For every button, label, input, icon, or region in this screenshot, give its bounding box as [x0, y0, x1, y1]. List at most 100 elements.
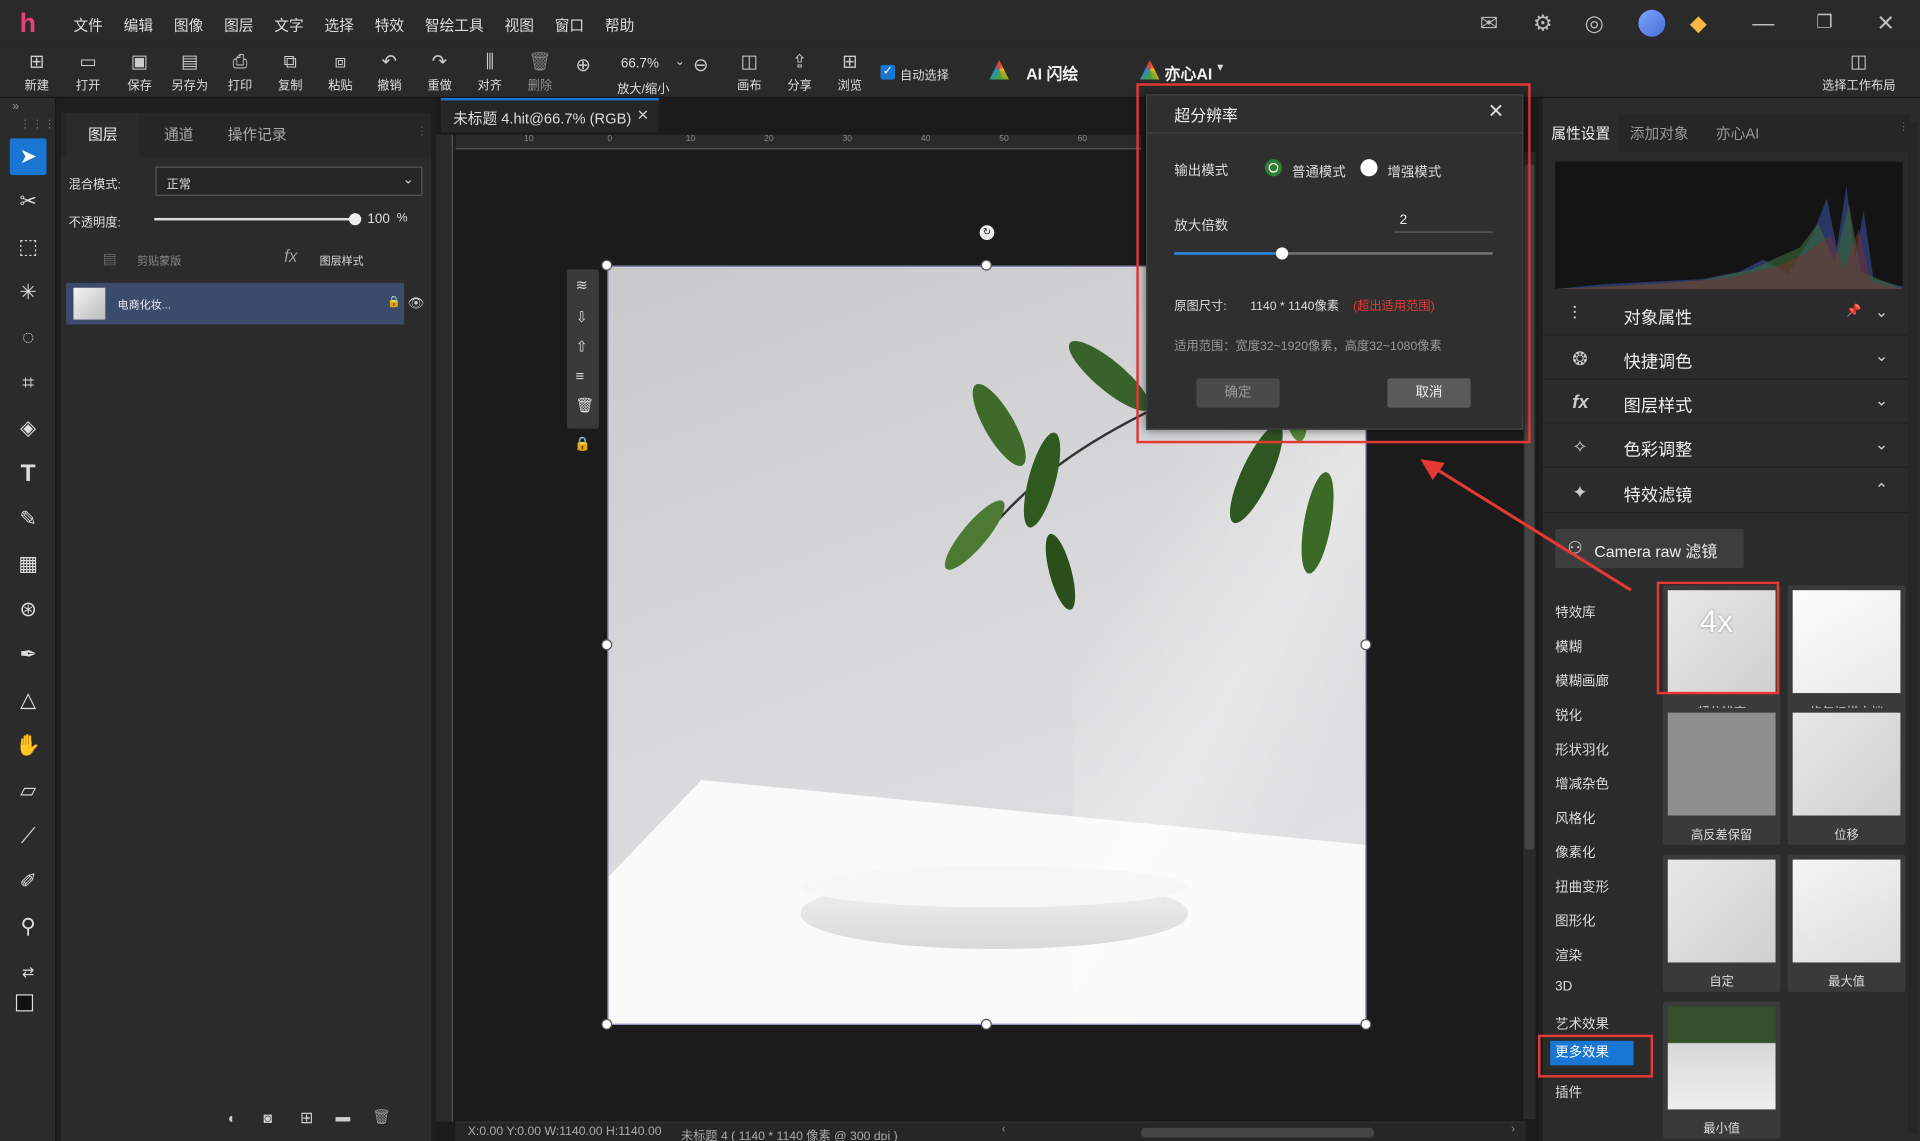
fill-tool-icon[interactable]: ◈: [10, 410, 47, 447]
adjustment-layer-icon[interactable]: ◐: [228, 1109, 237, 1126]
dialog-close-icon[interactable]: ✕: [1488, 99, 1504, 123]
confirm-button[interactable]: 确定: [1196, 378, 1280, 408]
new-layer-icon[interactable]: ⊞: [300, 1108, 313, 1128]
yixin-ai-dropdown-icon[interactable]: ▾: [1217, 61, 1223, 74]
compass-icon[interactable]: ◎: [1581, 10, 1608, 37]
menu-effects[interactable]: 特效: [375, 15, 404, 36]
opacity-slider-track[interactable]: [154, 213, 362, 226]
scroll-left-icon[interactable]: ‹: [1002, 1123, 1006, 1136]
menu-text[interactable]: 文字: [274, 15, 303, 36]
category-render[interactable]: 渲染: [1555, 945, 1582, 965]
rotate-handle-icon[interactable]: ↻: [979, 225, 995, 241]
browse-button[interactable]: ⊞ 浏览: [828, 51, 872, 93]
workspace-layout-button[interactable]: ◫ 选择工作布局: [1822, 51, 1895, 93]
radio-enhanced-mode[interactable]: [1360, 159, 1378, 177]
group-folder-icon[interactable]: ▬: [336, 1108, 351, 1125]
delete-button[interactable]: 🗑 删除: [518, 51, 562, 93]
category-noise[interactable]: 增减杂色: [1555, 774, 1609, 794]
print-button[interactable]: ⎙ 打印: [218, 51, 262, 93]
eyedropper-tool-icon[interactable]: ⚲: [10, 909, 47, 946]
opacity-slider-handle[interactable]: [348, 213, 362, 226]
pin-icon[interactable]: 📌: [1846, 305, 1861, 318]
menu-edit[interactable]: 编辑: [124, 15, 153, 36]
menu-layer[interactable]: 图层: [224, 15, 253, 36]
hand-tool-icon[interactable]: ✋: [10, 727, 47, 764]
vip-diamond-icon[interactable]: ◆: [1685, 10, 1712, 37]
menu-select[interactable]: 选择: [324, 15, 353, 36]
category-distort[interactable]: 扭曲变形: [1555, 877, 1609, 897]
cancel-button[interactable]: 取消: [1387, 378, 1471, 408]
undo-button[interactable]: ↶ 撤销: [367, 51, 411, 93]
ai-flash-button[interactable]: AI 闪绘: [1026, 61, 1078, 84]
category-sharpen[interactable]: 锐化: [1555, 705, 1582, 725]
section-quick-color[interactable]: ❂ 快捷调色 ⌄: [1542, 338, 1911, 380]
section-object-properties[interactable]: ⫶ 对象属性 📌 ⌄: [1542, 294, 1911, 336]
transform-tool-icon[interactable]: ▱: [10, 773, 47, 810]
layers-stack-icon[interactable]: ≋: [576, 277, 588, 294]
settings-icon[interactable]: ⚙: [1529, 10, 1556, 37]
menu-window[interactable]: 窗口: [555, 15, 584, 36]
object-lock-icon[interactable]: 🔒: [574, 436, 591, 452]
filter-thumb-maximum[interactable]: 最大值: [1787, 854, 1906, 992]
category-pixelate[interactable]: 像素化: [1555, 842, 1595, 862]
marquee-tool-icon[interactable]: ⬚: [10, 229, 47, 266]
filter-thumb-high-pass[interactable]: 高反差保留: [1662, 707, 1781, 845]
move-tool-icon[interactable]: ➤: [9, 138, 47, 176]
crop-tool-icon[interactable]: ⌗: [10, 365, 47, 402]
move-up-icon[interactable]: ⇧: [576, 338, 588, 355]
healing-tool-icon[interactable]: ⊛: [10, 591, 47, 628]
scale-slider-handle[interactable]: [1276, 247, 1289, 260]
tab-add-object[interactable]: 添加对象: [1619, 115, 1700, 152]
scroll-right-icon[interactable]: ›: [1511, 1123, 1515, 1136]
copy-button[interactable]: ⧉ 复制: [268, 51, 312, 93]
right-scrollbar[interactable]: [1907, 122, 1918, 1134]
redo-button[interactable]: ↷ 重做: [418, 51, 462, 93]
pen-tool-icon[interactable]: ✒: [10, 637, 47, 674]
brush-tool-icon[interactable]: ✎: [10, 501, 47, 538]
category-effects-library[interactable]: 特效库: [1555, 602, 1595, 622]
category-3d[interactable]: 3D: [1555, 980, 1572, 995]
mosaic-tool-icon[interactable]: ▦: [10, 546, 47, 583]
close-tab-icon[interactable]: ✕: [637, 107, 649, 124]
handle-middle-right[interactable]: [1360, 639, 1372, 651]
yixin-ai-button[interactable]: 亦心AI: [1164, 61, 1212, 84]
radio-normal-mode[interactable]: [1264, 159, 1283, 177]
handle-middle-left[interactable]: [601, 639, 613, 651]
category-art-effects[interactable]: 艺术效果: [1555, 1014, 1609, 1034]
filter-thumb-repair-scan[interactable]: 修复扫描文档: [1787, 585, 1906, 723]
delete-layer-icon[interactable]: 🗑: [372, 1108, 391, 1125]
zoom-out-icon[interactable]: ⊖: [693, 54, 708, 76]
category-blur-gallery[interactable]: 模糊画廊: [1555, 671, 1609, 691]
normal-mode-label[interactable]: 普通模式: [1292, 162, 1346, 182]
layer-style-label[interactable]: 图层样式: [320, 252, 364, 268]
tab-channels[interactable]: 通道: [140, 113, 218, 157]
menu-view[interactable]: 视图: [504, 15, 533, 36]
swap-colors-icon[interactable]: ⇄: [10, 954, 47, 991]
mask-icon[interactable]: ◙: [263, 1109, 272, 1126]
handle-bottom-left[interactable]: [601, 1018, 613, 1030]
fx-icon[interactable]: fx: [284, 246, 297, 266]
pencil-tool-icon[interactable]: ✐: [10, 863, 47, 900]
document-tab[interactable]: 未标题 4.hit@66.7% (RGB) ✕: [440, 97, 659, 133]
zoom-dropdown-icon[interactable]: ⌄: [675, 55, 685, 68]
expand-icon[interactable]: »: [12, 100, 19, 113]
visibility-eye-icon[interactable]: 👁: [408, 295, 425, 311]
scale-slider-track[interactable]: [1174, 247, 1493, 260]
paste-button[interactable]: ⧈ 粘贴: [318, 51, 362, 93]
category-blur[interactable]: 模糊: [1555, 637, 1582, 657]
filter-thumb-offset[interactable]: 位移: [1787, 707, 1906, 845]
handle-bottom-center[interactable]: [980, 1018, 992, 1030]
menu-smart-tools[interactable]: 智绘工具: [425, 15, 484, 36]
canvas-button[interactable]: ◫ 画布: [727, 51, 771, 93]
lock-icon[interactable]: 🔒: [387, 295, 401, 308]
clip-mask-icon[interactable]: ▤: [103, 250, 117, 267]
tab-history[interactable]: 操作记录: [218, 113, 296, 157]
handle-top-left[interactable]: [601, 259, 613, 271]
save-button[interactable]: ▣ 保存: [118, 51, 162, 93]
panel-drag-icon[interactable]: ⋮: [416, 125, 427, 138]
zoom-value[interactable]: 66.7%: [621, 56, 659, 71]
delete-object-icon[interactable]: 🗑: [576, 397, 595, 414]
new-button[interactable]: ⊞ 新建: [15, 51, 59, 93]
minimize-icon[interactable]: —: [1750, 10, 1777, 37]
lasso-tool-icon[interactable]: ◌: [10, 320, 47, 357]
